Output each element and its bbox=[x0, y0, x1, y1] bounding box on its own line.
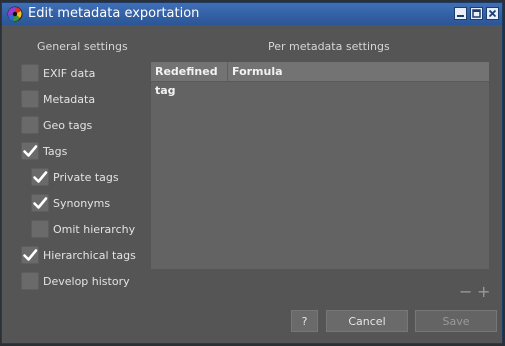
check-icon bbox=[33, 171, 48, 183]
minimize-button[interactable] bbox=[454, 7, 467, 20]
per-metadata-settings-heading: Per metadata settings bbox=[268, 40, 390, 53]
dialog-window: Edit metadata exportation General settin… bbox=[1, 2, 503, 344]
add-row-button[interactable]: + bbox=[477, 284, 490, 300]
checkbox-develop-history[interactable] bbox=[21, 272, 39, 290]
checkbox-metadata[interactable] bbox=[21, 90, 39, 108]
checkbox-label: Geo tags bbox=[43, 118, 93, 132]
general-settings-heading: General settings bbox=[37, 40, 128, 53]
maximize-icon bbox=[472, 9, 481, 18]
checkbox-label: Metadata bbox=[43, 92, 96, 106]
remove-row-button[interactable]: − bbox=[459, 284, 472, 300]
app-icon bbox=[7, 6, 23, 22]
checkbox-label: Develop history bbox=[43, 274, 130, 288]
close-button[interactable] bbox=[486, 7, 499, 20]
checkbox-label: Tags bbox=[43, 144, 68, 158]
checkbox-row-develop-history[interactable]: Develop history bbox=[21, 271, 130, 291]
checkbox-synonyms[interactable] bbox=[31, 194, 49, 212]
close-icon bbox=[488, 9, 497, 18]
checkbox-label: EXIF data bbox=[43, 66, 96, 80]
save-button[interactable]: Save bbox=[415, 310, 497, 332]
checkbox-hierarchical-tags[interactable] bbox=[21, 246, 39, 264]
check-icon bbox=[33, 197, 48, 209]
checkbox-row-omit-hierarchy[interactable]: Omit hierarchy bbox=[31, 219, 135, 239]
checkbox-omit-hierarchy[interactable] bbox=[31, 220, 49, 238]
maximize-button[interactable] bbox=[470, 7, 483, 20]
checkbox-label: Synonyms bbox=[53, 196, 111, 210]
help-button[interactable]: ? bbox=[291, 310, 318, 332]
checkbox-label: Hierarchical tags bbox=[43, 248, 136, 262]
check-icon bbox=[23, 145, 38, 157]
checkbox-tags[interactable] bbox=[21, 142, 39, 160]
checkbox-row-geo-tags[interactable]: Geo tags bbox=[21, 115, 92, 135]
checkbox-private-tags[interactable] bbox=[31, 168, 49, 186]
metadata-formula-table[interactable]: Redefined tag Formula bbox=[151, 62, 489, 269]
checkbox-exif-data[interactable] bbox=[21, 64, 39, 82]
dialog-content: General settings Per metadata settings E… bbox=[2, 25, 502, 343]
checkbox-row-exif-data[interactable]: EXIF data bbox=[21, 63, 95, 83]
title-bar[interactable]: Edit metadata exportation bbox=[2, 3, 502, 25]
checkbox-label: Private tags bbox=[53, 170, 119, 184]
checkbox-row-synonyms[interactable]: Synonyms bbox=[31, 193, 110, 213]
checkbox-row-tags[interactable]: Tags bbox=[21, 141, 67, 161]
checkbox-geo-tags[interactable] bbox=[21, 116, 39, 134]
checkbox-row-hierarchical-tags[interactable]: Hierarchical tags bbox=[21, 245, 136, 265]
table-header: Redefined tag Formula bbox=[151, 62, 489, 97]
checkbox-row-metadata[interactable]: Metadata bbox=[21, 89, 95, 109]
cancel-button[interactable]: Cancel bbox=[326, 310, 408, 332]
column-header-formula[interactable]: Formula bbox=[228, 62, 283, 81]
window-title: Edit metadata exportation bbox=[28, 6, 200, 21]
column-header-redefined-tag[interactable]: Redefined tag bbox=[151, 62, 227, 97]
checkbox-row-private-tags[interactable]: Private tags bbox=[31, 167, 119, 187]
minimize-icon bbox=[457, 15, 464, 17]
check-icon bbox=[23, 249, 38, 261]
checkbox-label: Omit hierarchy bbox=[53, 222, 136, 236]
